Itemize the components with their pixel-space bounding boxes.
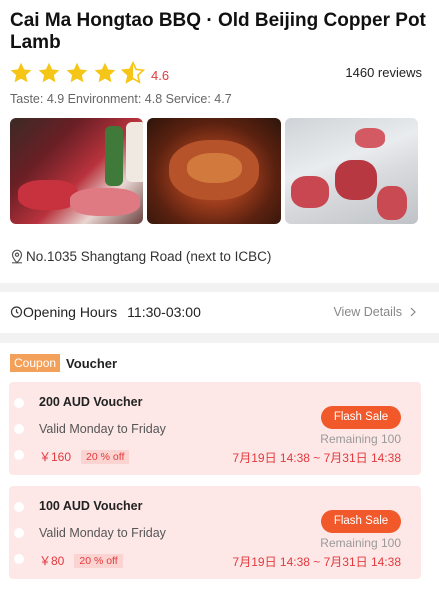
star-icon: [66, 62, 88, 83]
photo-gallery[interactable]: [10, 118, 418, 224]
photo-sliced-lamb[interactable]: [284, 118, 418, 224]
coupon-tag: Coupon: [10, 354, 61, 372]
flash-sale-button[interactable]: Flash Sale: [321, 510, 401, 533]
voucher-price-row: ￥80 20 % off: [39, 552, 123, 569]
opening-hours-label: Opening Hours: [23, 304, 118, 320]
voucher-price: ￥160: [39, 450, 72, 464]
voucher-date-range: 7月19日 14:38 ~ 7月31日 14:38: [232, 451, 401, 465]
decor-dot: [14, 398, 24, 408]
opening-hours-time: 11:30-03:00: [127, 304, 201, 320]
clock-icon: [10, 306, 23, 318]
voucher-price-row: ￥160 20 % off: [39, 448, 130, 465]
location-pin-icon: [11, 249, 23, 264]
review-count[interactable]: 1460 reviews: [345, 65, 422, 80]
voucher-name: 200 AUD Voucher: [39, 395, 143, 409]
discount-badge: 20 % off: [81, 449, 130, 464]
view-details-label: View Details: [333, 305, 402, 319]
voucher-card[interactable]: 100 AUD Voucher Valid Monday to Friday ￥…: [9, 486, 421, 579]
address-text: No.1035 Shangtang Road (next to ICBC): [26, 249, 272, 264]
voucher-validity: Valid Monday to Friday: [39, 526, 166, 540]
remaining-count: Remaining 100: [320, 536, 401, 550]
rating-value: 4.6: [151, 68, 170, 83]
star-rating: [9, 61, 149, 85]
view-details-link[interactable]: View Details: [333, 305, 419, 319]
restaurant-info-card: Cai Ma Hongtao BBQ · Old Beijing Copper …: [0, 0, 439, 283]
decor-dot: [14, 554, 24, 564]
voucher-card[interactable]: 200 AUD Voucher Valid Monday to Friday ￥…: [9, 382, 421, 475]
star-icon: [10, 62, 32, 83]
opening-hours-row[interactable]: Opening Hours 11:30-03:00 View Details: [0, 292, 439, 333]
address-row[interactable]: No.1035 Shangtang Road (next to ICBC): [10, 249, 271, 264]
sub-scores: Taste: 4.9 Environment: 4.8 Service: 4.7: [10, 92, 232, 106]
voucher-date-range: 7月19日 14:38 ~ 7月31日 14:38: [232, 555, 401, 569]
restaurant-page: Cai Ma Hongtao BBQ · Old Beijing Copper …: [0, 0, 439, 591]
decor-dot: [14, 502, 24, 512]
coupon-section: Coupon Voucher 200 AUD Voucher Valid Mon…: [0, 343, 439, 591]
half-star-icon: [121, 61, 145, 84]
voucher-price: ￥80: [39, 554, 65, 568]
photo-roast-lamb[interactable]: [147, 118, 281, 224]
opening-hours-info: Opening Hours 11:30-03:00: [10, 304, 201, 320]
coupon-section-header: Coupon Voucher: [10, 354, 117, 372]
star-icon: [38, 62, 60, 83]
photo-meat-platter[interactable]: [10, 118, 144, 224]
discount-badge: 20 % off: [74, 553, 123, 568]
voucher-validity: Valid Monday to Friday: [39, 422, 166, 436]
decor-dot: [14, 528, 24, 538]
chevron-right-icon: [410, 307, 416, 317]
remaining-count: Remaining 100: [320, 432, 401, 446]
voucher-name: 100 AUD Voucher: [39, 499, 143, 513]
star-icon: [94, 62, 116, 83]
decor-dot: [14, 424, 24, 434]
voucher-section-title: Voucher: [66, 355, 118, 371]
restaurant-title: Cai Ma Hongtao BBQ · Old Beijing Copper …: [10, 10, 426, 53]
decor-dot: [14, 450, 24, 460]
flash-sale-button[interactable]: Flash Sale: [321, 406, 401, 429]
